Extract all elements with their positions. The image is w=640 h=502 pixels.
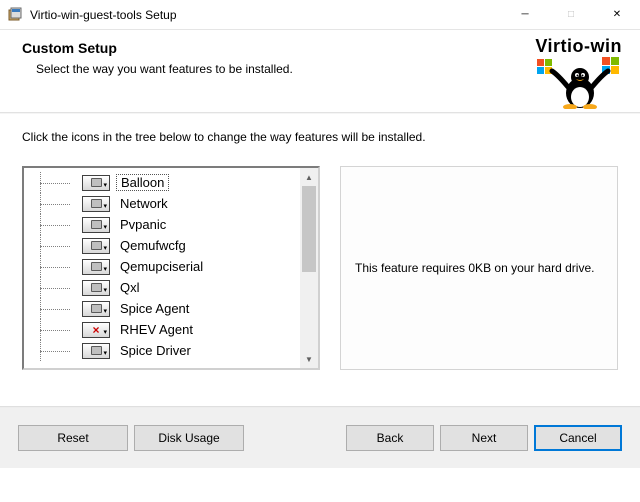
cancel-button[interactable]: Cancel (534, 425, 622, 451)
feature-label[interactable]: Network (116, 196, 172, 211)
feature-row[interactable]: ▾ Spice Driver (26, 340, 300, 361)
feature-label[interactable]: Spice Driver (116, 343, 195, 358)
feature-label[interactable]: Balloon (116, 174, 169, 191)
feature-install-icon[interactable]: ▾ (82, 343, 110, 359)
tux-windows-icon (536, 57, 622, 109)
scroll-thumb[interactable] (302, 186, 316, 272)
close-button[interactable]: ✕ (594, 0, 640, 30)
feature-row[interactable]: ▾ Balloon (26, 172, 300, 193)
chevron-down-icon: ▾ (103, 202, 107, 210)
chevron-down-icon: ▾ (103, 223, 107, 231)
feature-row[interactable]: ▾ Qemupciserial (26, 256, 300, 277)
feature-excluded-icon[interactable]: ×▾ (82, 322, 110, 338)
chevron-down-icon: ▾ (103, 265, 107, 273)
drive-icon (91, 283, 102, 292)
minimize-button[interactable]: ─ (502, 0, 548, 30)
feature-row[interactable]: ▾ Spice Agent (26, 298, 300, 319)
title-bar: Virtio-win-guest-tools Setup ─ □ ✕ (0, 0, 640, 30)
wizard-footer: Reset Disk Usage Back Next Cancel (0, 408, 640, 468)
drive-icon (91, 178, 102, 187)
scroll-down-button[interactable]: ▼ (300, 350, 318, 368)
drive-icon (91, 241, 102, 250)
feature-install-icon[interactable]: ▾ (82, 280, 110, 296)
back-button[interactable]: Back (346, 425, 434, 451)
drive-icon (91, 304, 102, 313)
feature-install-icon[interactable]: ▾ (82, 238, 110, 254)
feature-row[interactable]: ×▾ RHEV Agent (26, 319, 300, 340)
feature-label[interactable]: Qemufwcfg (116, 238, 190, 253)
feature-install-icon[interactable]: ▾ (82, 196, 110, 212)
feature-row[interactable]: ▾ Qemufwcfg (26, 235, 300, 256)
scroll-up-button[interactable]: ▲ (300, 168, 318, 186)
page-subheading: Select the way you want features to be i… (36, 62, 618, 76)
brand-text: Virtio-win (535, 36, 622, 56)
feature-row[interactable]: ▾ Network (26, 193, 300, 214)
chevron-down-icon: ▾ (103, 286, 107, 294)
feature-tree[interactable]: ▾ Balloon ▾ Network ▾ Pvpanic ▾ Qemufwcfg ▾ Qemup… (22, 166, 320, 370)
feature-install-icon[interactable]: ▾ (82, 175, 110, 191)
feature-install-icon[interactable]: ▾ (82, 259, 110, 275)
feature-label[interactable]: Pvpanic (116, 217, 170, 232)
chevron-down-icon: ▾ (103, 244, 107, 252)
feature-install-icon[interactable]: ▾ (82, 301, 110, 317)
drive-icon (91, 199, 102, 208)
brand-logo: Virtio-win (535, 36, 622, 109)
chevron-down-icon: ▾ (103, 328, 107, 336)
chevron-down-icon: ▾ (103, 307, 107, 315)
drive-icon (91, 346, 102, 355)
feature-label[interactable]: Qemupciserial (116, 259, 207, 274)
next-button[interactable]: Next (440, 425, 528, 451)
disk-usage-button[interactable]: Disk Usage (134, 425, 244, 451)
feature-description-text: This feature requires 0KB on your hard d… (355, 260, 594, 277)
page-heading: Custom Setup (22, 40, 618, 56)
window-title: Virtio-win-guest-tools Setup (30, 8, 177, 22)
feature-install-icon[interactable]: ▾ (82, 217, 110, 233)
installer-icon (8, 7, 24, 23)
drive-icon (91, 220, 102, 229)
scroll-track[interactable] (300, 186, 318, 350)
maximize-button: □ (548, 0, 594, 30)
chevron-down-icon: ▾ (103, 349, 107, 357)
reset-button[interactable]: Reset (18, 425, 128, 451)
feature-description-panel: This feature requires 0KB on your hard d… (340, 166, 618, 370)
instructions-text: Click the icons in the tree below to cha… (22, 130, 618, 144)
feature-row[interactable]: ▾ Qxl (26, 277, 300, 298)
wizard-body: Click the icons in the tree below to cha… (0, 114, 640, 378)
chevron-down-icon: ▾ (103, 181, 107, 189)
feature-row[interactable]: ▾ Pvpanic (26, 214, 300, 235)
wizard-header: Custom Setup Select the way you want fea… (0, 30, 640, 112)
feature-label[interactable]: Qxl (116, 280, 144, 295)
feature-label[interactable]: RHEV Agent (116, 322, 197, 337)
drive-icon (91, 262, 102, 271)
tree-scrollbar[interactable]: ▲ ▼ (300, 168, 318, 368)
feature-label[interactable]: Spice Agent (116, 301, 193, 316)
